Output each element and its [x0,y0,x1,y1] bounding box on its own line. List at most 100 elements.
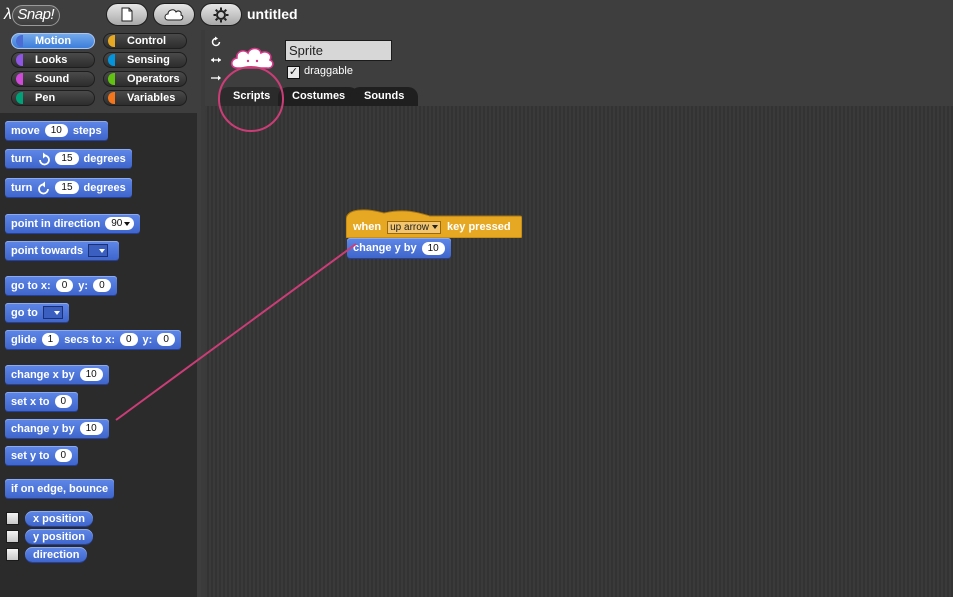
sensing-color-chip [108,54,115,66]
category-variables[interactable]: Variables [103,90,187,106]
block-label: glide [11,333,37,346]
glide-block[interactable]: glide 1 secs to x: 0 y: 0 [5,330,181,349]
sprite-thumbnail-icon [230,47,274,69]
cloud-icon [164,9,184,21]
tab-label: Costumes [292,90,346,102]
rotate-icon [211,36,221,47]
category-sensing[interactable]: Sensing [103,52,187,68]
direction-dropdown-arrow[interactable] [124,217,135,230]
point-towards-block[interactable]: point towards [5,241,120,260]
control-color-chip [108,35,115,47]
turn-clockwise-block[interactable]: turn 15 degrees [5,149,132,168]
draggable-label: draggable [304,65,353,77]
snap-logo[interactable]: λ Snap! [4,3,61,27]
key-value: up arrow [390,221,430,233]
rotation-style-none-button[interactable] [208,72,224,88]
category-pen[interactable]: Pen [11,90,95,106]
category-looks[interactable]: Looks [11,52,95,68]
category-label: Sound [35,73,70,85]
direction-watcher-toggle[interactable] [6,548,19,561]
tab-label: Scripts [233,90,271,102]
left-right-arrow-icon [211,57,221,63]
rotation-style-flip-button[interactable] [208,54,224,70]
go-to-dropdown[interactable] [42,306,63,319]
block-label: y: [142,333,153,346]
block-label: change x by [11,368,75,381]
y-input[interactable]: 0 [93,279,111,292]
degrees-input[interactable]: 15 [55,181,79,194]
go-to-xy-block[interactable]: go to x: 0 y: 0 [5,276,117,295]
file-icon [121,7,133,22]
block-label: steps [72,124,102,137]
category-selector: Motion Control Looks Sensing Sound Opera… [0,30,201,113]
block-label: point towards [11,244,84,257]
set-x-input[interactable]: 0 [54,395,73,408]
y-position-reporter[interactable]: y position [25,529,93,544]
block-label: change y by [11,422,75,435]
hat-block-label: when up arrow key pressed [353,218,511,236]
x-position-watcher-toggle[interactable] [6,512,19,525]
change-y-input[interactable]: 10 [421,241,445,255]
category-label: Sensing [127,54,170,66]
block-label: move [11,124,40,137]
change-x-block[interactable]: change x by 10 [5,365,109,384]
rotate-clockwise-icon [39,152,51,165]
draggable-checkbox[interactable]: ✓ [287,66,300,79]
x-position-reporter[interactable]: x position [25,511,93,526]
sprite-bar: Sprite ✓ draggable Scripts Costumes Soun… [205,30,953,106]
block-label: set x to [11,395,50,408]
change-x-input[interactable]: 10 [79,368,103,381]
y-input[interactable]: 0 [157,333,175,346]
settings-menu-button[interactable] [200,3,242,26]
pen-color-chip [16,92,23,104]
secs-input[interactable]: 1 [41,333,60,346]
if-on-edge-bounce-block[interactable]: if on edge, bounce [5,479,115,498]
sprite-name-field[interactable]: Sprite [285,40,392,61]
move-steps-block[interactable]: move 10 steps [5,121,108,140]
category-operators[interactable]: Operators [103,71,187,87]
block-label: degrees [83,152,126,165]
top-bar: λ Snap! untitled [0,0,953,30]
turn-counterclockwise-block[interactable]: turn 15 degrees [5,178,132,197]
direction-reporter[interactable]: direction [25,547,88,562]
rotation-style-rotate-button[interactable] [208,36,224,52]
block-label: y: [78,279,89,292]
steps-input[interactable]: 10 [44,124,68,137]
block-label: change y by [353,242,417,254]
tab-sounds[interactable]: Sounds [350,87,419,106]
block-label: go to [11,306,38,319]
category-control[interactable]: Control [103,33,187,49]
key-dropdown[interactable]: up arrow [387,220,442,234]
point-in-direction-block[interactable]: point in direction 90 [5,214,141,233]
category-sound[interactable]: Sound [11,71,95,87]
cloud-menu-button[interactable] [153,3,195,26]
project-menu-button[interactable] [106,3,148,26]
category-label: Variables [127,92,176,104]
x-input[interactable]: 0 [55,279,74,292]
right-arrow-icon [211,75,221,81]
category-label: Pen [35,92,56,104]
rotate-counterclockwise-icon [38,181,50,194]
y-position-watcher-toggle[interactable] [6,530,19,543]
towards-dropdown[interactable] [88,244,109,257]
tab-scripts[interactable]: Scripts [219,87,285,106]
block-label: when [353,221,382,233]
direction-input[interactable]: 90 [105,217,125,230]
block-label: direction [33,548,80,561]
tab-costumes[interactable]: Costumes [278,87,360,106]
change-y-script-block[interactable]: change y by 10 [347,238,451,258]
set-y-input[interactable]: 0 [54,449,73,462]
go-to-block[interactable]: go to [5,303,69,322]
block-label: if on edge, bounce [11,482,109,495]
scripting-area[interactable] [205,106,953,597]
category-motion[interactable]: Motion [11,33,95,49]
block-label: set y to [11,449,50,462]
motion-color-chip [16,35,23,47]
set-y-block[interactable]: set y to 0 [5,446,79,465]
degrees-input[interactable]: 15 [55,152,79,165]
change-y-input[interactable]: 10 [79,422,103,435]
change-y-block[interactable]: change y by 10 [5,419,109,438]
x-input[interactable]: 0 [119,333,138,346]
set-x-block[interactable]: set x to 0 [5,392,79,411]
variables-color-chip [108,92,115,104]
